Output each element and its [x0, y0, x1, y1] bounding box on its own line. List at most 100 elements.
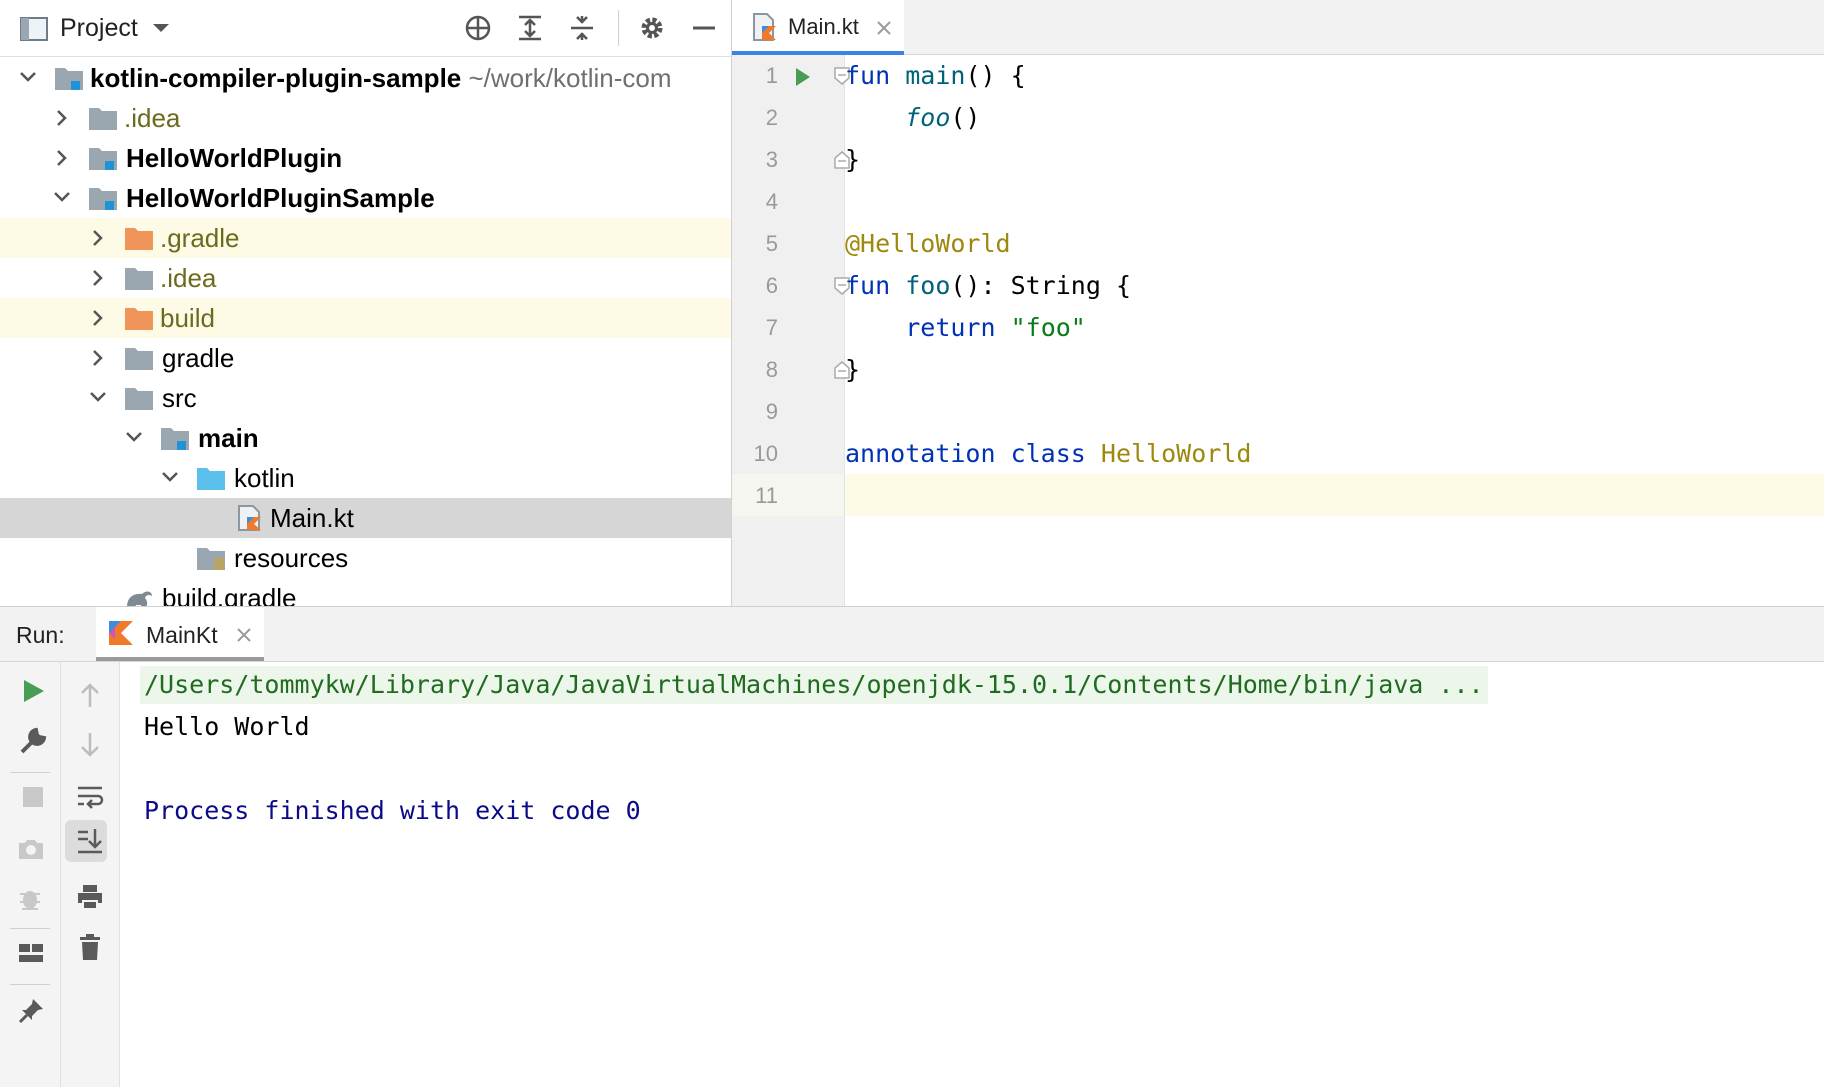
hide-panel-icon[interactable]: [690, 14, 718, 42]
tree-item-label: .gradle: [160, 223, 240, 253]
expand-all-icon[interactable]: [516, 14, 544, 42]
scroll-to-end-icon[interactable]: [75, 826, 105, 856]
chevron-down-icon[interactable]: [152, 22, 170, 34]
line-number-gutter: 1 2 3 4 5 6 7 8 9 10 11: [732, 55, 850, 606]
tree-item-root[interactable]: kotlin-compiler-plugin-sample ~/work/kot…: [0, 58, 731, 98]
code-line-7: return "foo": [905, 313, 1086, 342]
chevron-down-icon[interactable]: [124, 418, 144, 458]
tree-item-build-gradle[interactable]: build.gradle: [0, 578, 731, 606]
kotlin-file-icon: [238, 505, 261, 531]
code-line-1: fun main() {: [845, 61, 1026, 90]
editor-area: Main.kt 1 2 3 4 5 6 7 8 9 10 11 fun main…: [732, 0, 1824, 606]
close-icon[interactable]: [236, 627, 252, 643]
arrow-down-icon[interactable]: [75, 730, 105, 760]
code-line-6: fun foo(): String {: [845, 271, 1131, 300]
chevron-right-icon[interactable]: [52, 98, 72, 138]
rerun-icon[interactable]: [18, 676, 48, 706]
project-header: Project: [0, 0, 731, 57]
locate-file-icon[interactable]: [464, 14, 492, 42]
pin-icon[interactable]: [16, 996, 46, 1026]
folder-icon: [125, 388, 153, 410]
tree-item-label: kotlin-compiler-plugin-sample ~/work/kot…: [90, 63, 672, 93]
chevron-right-icon[interactable]: [88, 338, 108, 378]
gradle-file-icon: [127, 591, 152, 606]
tree-item-kotlin[interactable]: kotlin: [0, 458, 731, 498]
line-number: 6: [765, 273, 778, 298]
chevron-down-icon[interactable]: [160, 458, 180, 498]
tree-item-build[interactable]: build: [0, 298, 731, 338]
arrow-up-icon[interactable]: [75, 680, 105, 710]
editor-tab-main-kt[interactable]: Main.kt: [732, 0, 904, 55]
chevron-right-icon[interactable]: [88, 298, 108, 338]
line-number: 4: [765, 189, 778, 214]
collapse-all-icon[interactable]: [568, 14, 596, 42]
run-tab-bar: Run: MainKt: [0, 607, 1824, 662]
project-view-title[interactable]: Project: [60, 14, 138, 43]
module-folder-icon: [89, 188, 117, 210]
tree-item-idea[interactable]: .idea: [0, 98, 731, 138]
source-folder-icon: [197, 468, 225, 490]
run-actions-toolbar: [0, 662, 61, 1087]
module-folder-icon: [89, 148, 117, 170]
soft-wrap-icon[interactable]: [75, 782, 105, 812]
toolbar-divider: [10, 928, 50, 929]
trash-icon[interactable]: [75, 932, 105, 962]
chevron-down-icon[interactable]: [18, 58, 38, 98]
module-folder-icon: [161, 428, 189, 450]
console-command-line: /Users/tommykw/Library/Java/JavaVirtualM…: [140, 666, 1488, 704]
header-divider: [618, 10, 619, 46]
tree-item-src[interactable]: src: [0, 378, 731, 418]
code-line-5: @HelloWorld: [845, 229, 1011, 258]
run-gutter-icon[interactable]: [794, 67, 812, 87]
tree-item-label: .idea: [160, 263, 217, 293]
stop-icon[interactable]: [18, 782, 48, 812]
print-icon[interactable]: [75, 882, 105, 912]
tree-item-label: build.gradle: [162, 583, 297, 606]
tree-item-label: build: [160, 303, 215, 333]
tree-item-gradle-cache[interactable]: .gradle: [0, 218, 731, 258]
tree-item-label: Main.kt: [270, 503, 354, 533]
tree-item-main-kt[interactable]: Main.kt: [0, 498, 731, 538]
debug-settings-icon[interactable]: [16, 884, 46, 914]
excluded-folder-icon: [125, 308, 153, 330]
console-output-line: Hello World: [144, 712, 310, 741]
wrench-icon[interactable]: [18, 726, 48, 756]
tree-item-idea-sub[interactable]: .idea: [0, 258, 731, 298]
code-line-10: annotation class HelloWorld: [845, 439, 1252, 468]
tree-item-helloworldpluginsample[interactable]: HelloWorldPluginSample: [0, 178, 731, 218]
tree-item-label: src: [162, 383, 197, 413]
console-output[interactable]: /Users/tommykw/Library/Java/JavaVirtualM…: [120, 662, 1824, 1087]
editor-tab-label: Main.kt: [788, 14, 859, 39]
chevron-right-icon[interactable]: [88, 258, 108, 298]
folder-icon: [125, 268, 153, 290]
run-tab-mainkt[interactable]: MainKt: [96, 607, 264, 661]
current-line-highlight: [845, 474, 1824, 516]
run-label: Run:: [16, 622, 65, 648]
line-number: 2: [765, 105, 778, 130]
module-folder-icon: [55, 68, 83, 90]
line-number: 8: [765, 357, 778, 382]
chevron-right-icon[interactable]: [88, 218, 108, 258]
folder-icon: [89, 108, 117, 130]
chevron-down-icon[interactable]: [88, 378, 108, 418]
line-number: 10: [753, 441, 778, 466]
line-number: 5: [765, 231, 778, 256]
tree-item-gradle[interactable]: gradle: [0, 338, 731, 378]
chevron-right-icon[interactable]: [52, 138, 72, 178]
tree-item-helloworldplugin[interactable]: HelloWorldPlugin: [0, 138, 731, 178]
editor-tab-bar: Main.kt: [732, 0, 1824, 55]
tree-item-resources[interactable]: resources: [0, 538, 731, 578]
run-tab-label: MainKt: [146, 622, 218, 648]
chevron-down-icon[interactable]: [52, 178, 72, 218]
tree-item-main[interactable]: main: [0, 418, 731, 458]
camera-icon[interactable]: [16, 834, 46, 864]
project-view-icon: [20, 17, 48, 41]
code-area[interactable]: fun main() { foo() } @HelloWorld fun foo…: [845, 55, 1824, 606]
kotlin-file-icon: [753, 13, 776, 41]
line-number: 11: [755, 483, 778, 508]
layout-icon[interactable]: [16, 938, 46, 968]
gear-icon[interactable]: [638, 14, 666, 42]
close-icon[interactable]: [876, 20, 892, 36]
resources-folder-icon: [197, 548, 225, 570]
console-exit-message: Process finished with exit code 0: [144, 796, 641, 825]
